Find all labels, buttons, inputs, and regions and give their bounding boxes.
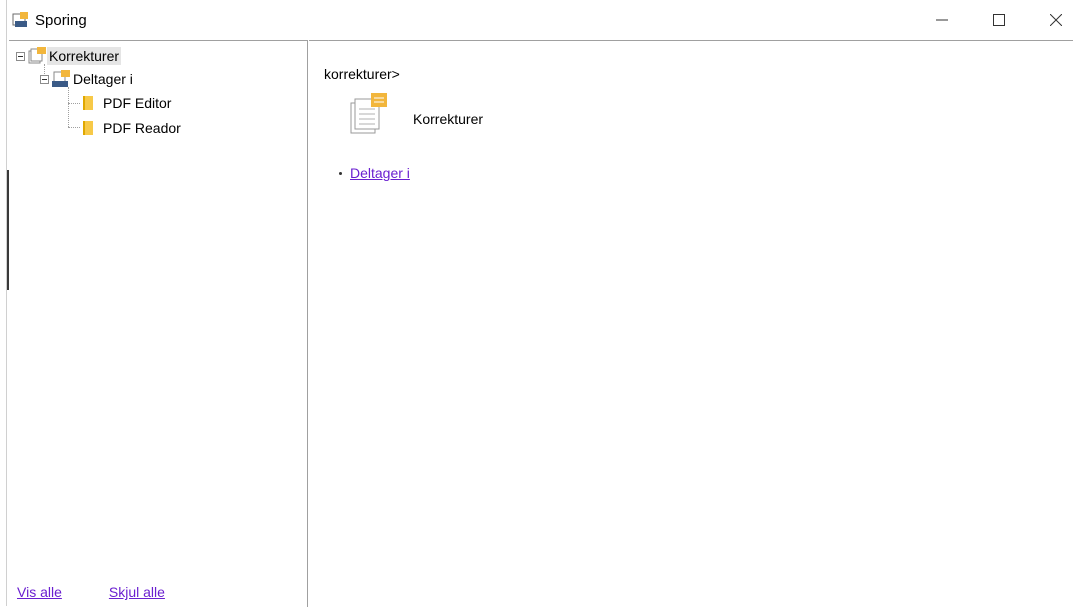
deltager-i-link[interactable]: Deltager i [350,165,410,181]
tree-node-pdf-reador[interactable]: PDF Reador [83,117,183,139]
collapse-toggle[interactable] [16,51,25,61]
close-button[interactable] [1033,0,1073,40]
tree-pane: Korrekturer Deltager i PDF Editor PDF Re… [9,40,308,607]
tracking-app-icon [12,12,28,27]
show-all-link[interactable]: Vis alle [17,584,62,600]
folder-icon [83,96,93,110]
tree-node-label: Deltager i [73,71,133,87]
list-item: Deltager i [339,165,410,181]
title-bar[interactable]: Sporing [9,0,1073,40]
content-pane: korrekturer> Korrekturer Deltager i [309,40,1073,607]
proof-document-icon [350,93,387,134]
maximize-button[interactable] [976,0,1022,40]
item-title: Korrekturer [413,111,484,127]
tree-node-deltager-i[interactable]: Deltager i [40,68,135,90]
collapse-toggle[interactable] [40,74,49,84]
tree-footer: Vis alle Skjul alle [17,584,165,600]
tree-node-korrekturer[interactable]: Korrekturer [16,45,122,67]
close-icon [1050,14,1062,26]
window-title: Sporing [35,12,87,29]
minimize-button[interactable] [919,0,965,40]
hide-all-link[interactable]: Skjul alle [109,584,165,600]
folder-icon [83,121,93,135]
tree-node-pdf-editor[interactable]: PDF Editor [83,92,173,114]
desktop-edge [0,0,9,606]
maximize-icon [993,14,1005,26]
bullet-icon [339,171,342,175]
minimize-icon [936,19,948,21]
shared-document-icon [52,70,70,87]
proof-document-icon [28,47,46,64]
sporing-window: Sporing Korrekturer Deltager i PDF Edito… [9,0,1073,607]
tree-node-label: PDF Editor [103,95,172,111]
tree-node-label: Korrekturer [47,47,122,65]
tree-node-label: PDF Reador [103,120,181,136]
breadcrumb: korrekturer> [324,66,400,82]
